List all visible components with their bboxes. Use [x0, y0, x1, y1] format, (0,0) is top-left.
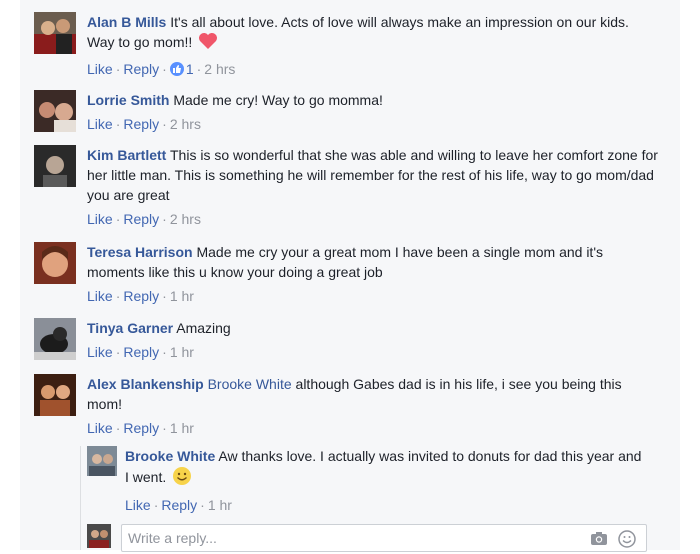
avatar — [87, 524, 111, 548]
comment-time[interactable]: 2 hrs — [170, 116, 201, 132]
comment-time[interactable]: 1 hr — [170, 288, 194, 304]
like-link[interactable]: Like — [87, 116, 113, 132]
comment-author[interactable]: Teresa Harrison — [87, 244, 193, 260]
avatar[interactable] — [34, 318, 76, 360]
comment-time[interactable]: 1 hr — [170, 344, 194, 360]
like-link[interactable]: Like — [87, 288, 113, 304]
comment-time[interactable]: 1 hr — [208, 497, 232, 513]
comment-author[interactable]: Kim Bartlett — [87, 147, 166, 163]
like-count[interactable]: 1 — [186, 61, 194, 77]
comments-panel: Alan B Mills It's all about love. Acts o… — [20, 0, 680, 552]
reply-link[interactable]: Reply — [123, 211, 159, 227]
reply-link[interactable]: Reply — [123, 420, 159, 436]
like-count-icon[interactable] — [169, 62, 184, 76]
comment-time[interactable]: 2 hrs — [204, 61, 235, 77]
avatar[interactable] — [87, 446, 117, 476]
thread-divider — [80, 446, 81, 550]
like-link[interactable]: Like — [125, 497, 151, 513]
reply-link[interactable]: Reply — [123, 344, 159, 360]
like-link[interactable]: Like — [87, 61, 113, 77]
like-link[interactable]: Like — [87, 211, 113, 227]
reply-link[interactable]: Reply — [123, 61, 159, 77]
avatar[interactable] — [34, 90, 76, 132]
like-link[interactable]: Like — [87, 420, 113, 436]
comment-author[interactable]: Alan B Mills — [87, 14, 166, 30]
reply-input-box[interactable] — [121, 524, 647, 552]
camera-icon[interactable] — [590, 531, 608, 549]
comment-author[interactable]: Brooke White — [125, 448, 215, 464]
comment-text: This is so wonderful that she was able a… — [87, 147, 658, 203]
avatar[interactable] — [34, 12, 76, 54]
comment-text: It's all about love. Acts of love will a… — [87, 14, 629, 50]
heart-icon — [198, 32, 218, 55]
avatar[interactable] — [34, 242, 76, 284]
comment-author[interactable]: Alex Blankenship — [87, 376, 204, 392]
avatar[interactable] — [34, 145, 76, 187]
reply-link[interactable]: Reply — [161, 497, 197, 513]
reply-input[interactable] — [128, 530, 548, 546]
comment-text: Made me cry! Way to go momma! — [173, 92, 383, 108]
like-link[interactable]: Like — [87, 344, 113, 360]
reply-link[interactable]: Reply — [123, 288, 159, 304]
reply-link[interactable]: Reply — [123, 116, 159, 132]
mention-link[interactable]: Brooke White — [208, 376, 292, 392]
comment-text: Amazing — [176, 320, 231, 336]
comment-author[interactable]: Lorrie Smith — [87, 92, 169, 108]
smile-icon — [172, 466, 192, 491]
comment-author[interactable]: Tinya Garner — [87, 320, 173, 336]
avatar[interactable] — [34, 374, 76, 416]
comment-time[interactable]: 1 hr — [170, 420, 194, 436]
emoji-icon[interactable] — [618, 530, 636, 551]
comment-time[interactable]: 2 hrs — [170, 211, 201, 227]
